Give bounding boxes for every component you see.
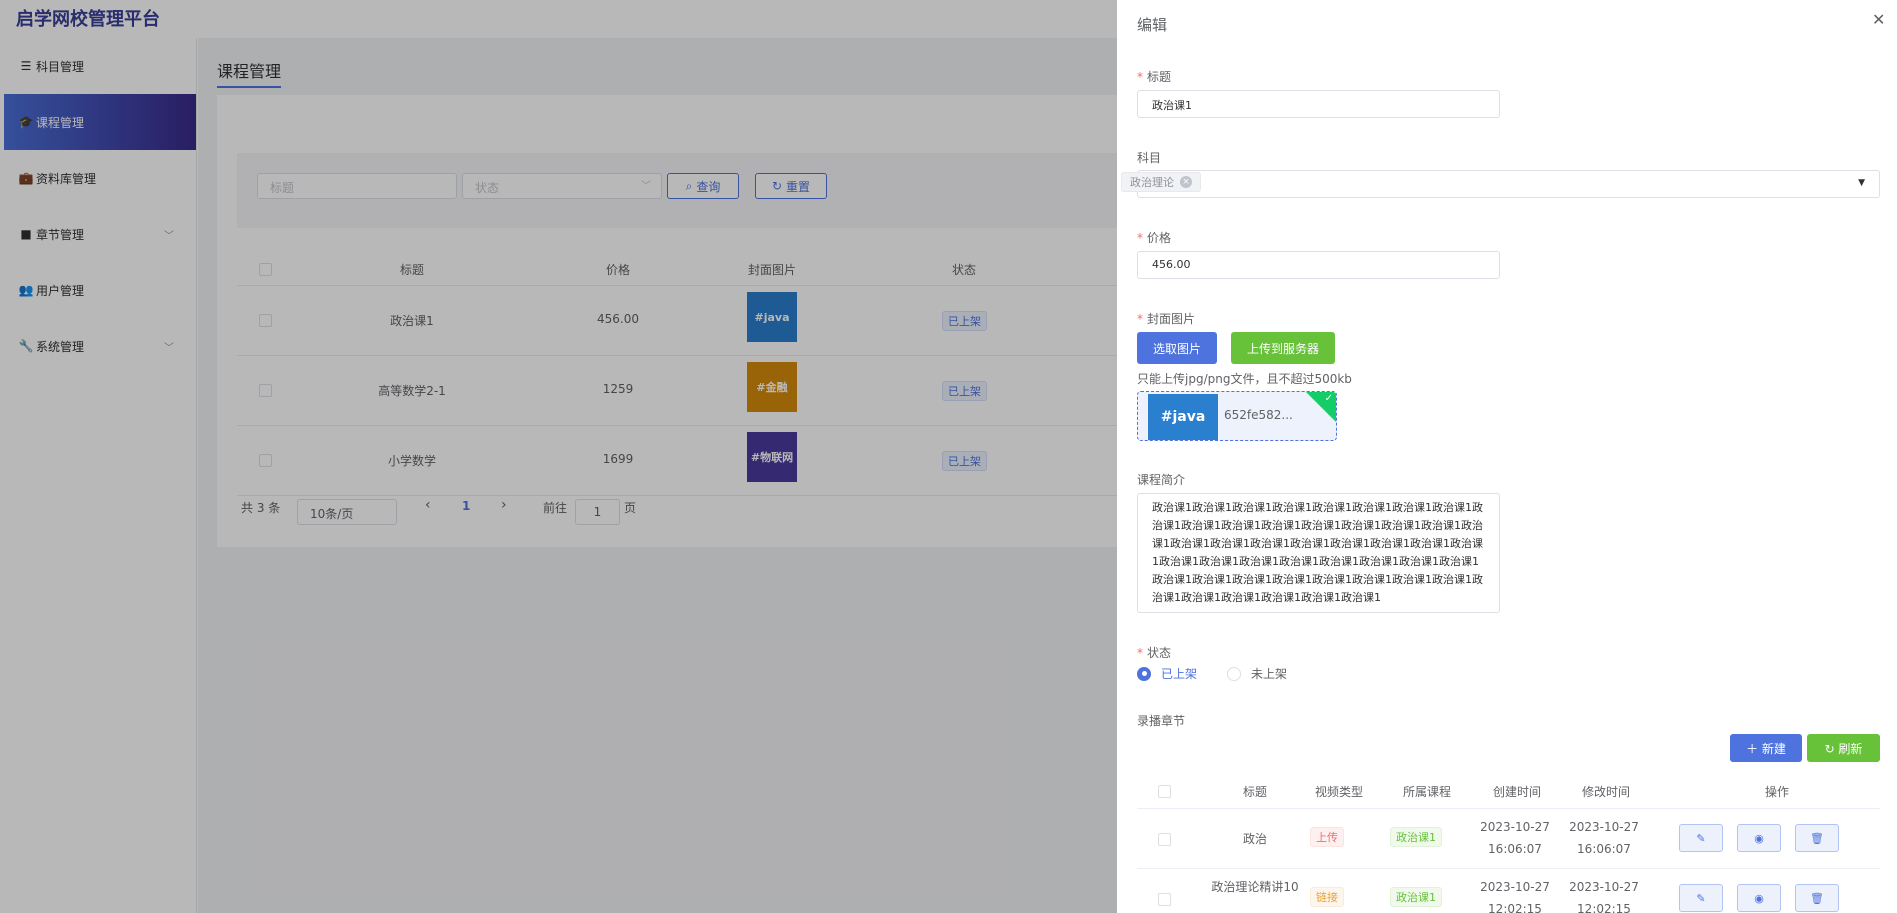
subject-tag-label: 政治理论 <box>1130 176 1174 189</box>
modified-time: 2023-10-27 16:06:07 <box>1569 820 1639 856</box>
check-icon: ✓ <box>1324 393 1333 404</box>
modal-overlay[interactable] <box>0 0 1117 913</box>
delete-button[interactable]: 🗑 <box>1795 884 1839 912</box>
course-badge: 政治课1 <box>1390 887 1442 907</box>
choose-image-button[interactable]: 选取图片 <box>1137 332 1217 364</box>
intro-field-label: 课程简介 <box>1137 473 1186 487</box>
radio-dot <box>1137 666 1151 681</box>
title-field[interactable]: 政治课1 <box>1137 90 1500 118</box>
column-header: 操作 <box>1764 785 1789 799</box>
column-header: 所属课程 <box>1402 785 1451 799</box>
column-header: 修改时间 <box>1581 785 1630 799</box>
chapters-label: 录播章节 <box>1137 714 1186 728</box>
edit-icon: ✎ <box>1696 891 1706 905</box>
table-row[interactable]: 政治 上传 政治课1 2023-10-27 16:06:07 2023-10-2… <box>1137 809 1880 869</box>
delete-button[interactable]: 🗑 <box>1795 824 1839 852</box>
uploaded-image-thumb: #java <box>1148 394 1218 440</box>
uploaded-filename: 652fe582... <box>1224 408 1293 422</box>
select-all-checkbox[interactable] <box>1158 785 1171 798</box>
cover-field-label: * 封面图片 <box>1137 312 1196 326</box>
video-type-badge: 链接 <box>1310 887 1344 907</box>
price-field-label: * 价格 <box>1137 231 1172 245</box>
status-radio-off[interactable]: 未上架 <box>1227 665 1287 682</box>
table-row[interactable]: 政治理论精讲10 链接 政治课1 2023-10-27 12:02:15 202… <box>1137 869 1880 913</box>
subject-field-label: 科目 <box>1137 151 1162 165</box>
trash-icon: 🗑 <box>1810 891 1824 905</box>
modified-time: 2023-10-27 12:02:15 <box>1569 880 1639 913</box>
eye-icon: ◉ <box>1754 831 1764 845</box>
edit-button[interactable]: ✎ <box>1679 884 1723 912</box>
view-button[interactable]: ◉ <box>1737 824 1781 852</box>
status-radio-on[interactable]: 已上架 <box>1137 665 1197 682</box>
chapter-title: 政治 <box>1242 832 1267 846</box>
chapter-table-header: 标题 视频类型 所属课程 创建时间 修改时间 操作 <box>1137 775 1880 809</box>
created-time: 2023-10-27 16:06:07 <box>1480 820 1550 856</box>
course-badge: 政治课1 <box>1390 827 1442 847</box>
status-field-label: * 状态 <box>1137 646 1172 660</box>
edit-button[interactable]: ✎ <box>1679 824 1723 852</box>
tag-close-icon[interactable]: × <box>1180 176 1192 188</box>
row-checkbox[interactable] <box>1158 893 1171 906</box>
eye-icon: ◉ <box>1754 891 1764 905</box>
chapter-title: 政治理论精讲10 <box>1211 880 1299 894</box>
created-time: 2023-10-27 12:02:15 <box>1480 880 1550 913</box>
price-field[interactable]: 456.00 <box>1137 251 1500 279</box>
close-icon[interactable]: ✕ <box>1872 10 1885 29</box>
edit-icon: ✎ <box>1696 831 1706 845</box>
column-header: 视频类型 <box>1314 785 1363 799</box>
column-header: 标题 <box>1242 785 1267 799</box>
column-header: 创建时间 <box>1492 785 1541 799</box>
radio-dot <box>1227 666 1241 681</box>
subject-select[interactable]: ▼ <box>1137 170 1880 198</box>
upload-to-server-button[interactable]: 上传到服务器 <box>1231 332 1335 364</box>
trash-icon: 🗑 <box>1810 831 1824 845</box>
refresh-chapters-button[interactable]: ↻ 刷新 <box>1807 734 1880 762</box>
new-chapter-button[interactable]: ＋ 新建 <box>1730 734 1802 762</box>
view-button[interactable]: ◉ <box>1737 884 1781 912</box>
intro-textarea[interactable]: 政治课1政治课1政治课1政治课1政治课1政治课1政治课1政治课1政治课1政治课1… <box>1137 493 1500 613</box>
radio-label: 未上架 <box>1251 667 1288 681</box>
radio-label: 已上架 <box>1161 667 1198 681</box>
row-checkbox[interactable] <box>1158 833 1171 846</box>
subject-tag: 政治理论 × <box>1121 172 1201 192</box>
title-field-label: * 标题 <box>1137 70 1172 84</box>
dropdown-arrow-icon: ▼ <box>1858 178 1865 188</box>
drawer-title: 编辑 <box>1137 16 1168 34</box>
uploaded-file-card[interactable]: #java 652fe582... ✓ <box>1137 391 1337 441</box>
upload-tip: 只能上传jpg/png文件，且不超过500kb <box>1137 372 1352 386</box>
video-type-badge: 上传 <box>1310 827 1344 847</box>
